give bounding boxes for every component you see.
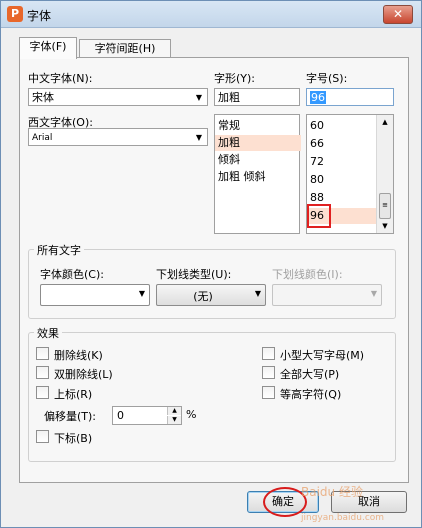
size-input-value: 96 xyxy=(310,91,326,104)
offset-value: 0 xyxy=(117,409,124,422)
watermark-url: jingyan.baidu.com xyxy=(301,513,385,523)
offset-spinner[interactable]: 0 ▲ ▼ xyxy=(112,406,182,425)
double-strikethrough-checkbox[interactable] xyxy=(36,366,49,379)
effects-title: 效果 xyxy=(34,325,62,341)
size-list[interactable]: 60 66 72 80 88 96 ▲ ≡ ▼ xyxy=(306,114,394,234)
chevron-down-icon: ▼ xyxy=(370,289,377,298)
style-list[interactable]: 常规 加粗 倾斜 加粗 倾斜 xyxy=(214,114,301,234)
small-caps-checkbox[interactable] xyxy=(262,347,275,360)
style-option-bold[interactable]: 加粗 xyxy=(215,135,301,151)
equal-height-label: 等高字符(Q) xyxy=(280,388,342,401)
font-dialog: P 字体 ✕ 字体(F) 字符间距(H) 中文字体(N): 宋体 ▼ 西文字体(… xyxy=(0,0,422,528)
scroll-thumb[interactable]: ≡ xyxy=(379,193,391,219)
spin-up-icon[interactable]: ▲ xyxy=(167,407,181,415)
subscript-checkbox[interactable] xyxy=(36,430,49,443)
size-option[interactable]: 80 xyxy=(310,172,324,188)
underline-type-label: 下划线类型(U): xyxy=(156,268,232,281)
chevron-down-icon: ▼ xyxy=(138,289,145,298)
all-text-title: 所有文字 xyxy=(34,242,84,258)
chevron-down-icon[interactable]: ▼ xyxy=(193,89,205,107)
title-bar[interactable]: P 字体 ✕ xyxy=(1,1,421,28)
chevron-down-icon[interactable]: ▼ xyxy=(193,129,205,147)
tab-font[interactable]: 字体(F) xyxy=(19,37,77,59)
scroll-down-icon[interactable]: ▼ xyxy=(377,219,393,233)
chevron-down-icon: ▼ xyxy=(254,289,261,298)
offset-label: 偏移量(T): xyxy=(44,410,97,423)
subscript-label: 下标(B) xyxy=(54,432,93,445)
size-option[interactable]: 66 xyxy=(310,136,324,152)
western-font-value: Arial xyxy=(32,133,53,143)
offset-unit: % xyxy=(186,408,197,421)
chinese-font-value: 宋体 xyxy=(32,91,54,104)
size-label: 字号(S): xyxy=(306,72,348,85)
style-value: 加粗 xyxy=(218,91,240,104)
annotation-highlight-box xyxy=(307,204,331,228)
all-caps-label: 全部大写(P) xyxy=(280,368,340,381)
equal-height-checkbox[interactable] xyxy=(262,386,275,399)
underline-color-dropdown: ▼ xyxy=(272,284,382,306)
chinese-font-label: 中文字体(N): xyxy=(28,72,93,85)
style-option-bold-italic[interactable]: 加粗 倾斜 xyxy=(218,169,266,185)
font-color-dropdown[interactable]: ▼ xyxy=(40,284,150,306)
spin-down-icon[interactable]: ▼ xyxy=(167,416,181,424)
tab-char-spacing[interactable]: 字符间距(H) xyxy=(79,39,171,58)
style-input[interactable]: 加粗 xyxy=(214,88,300,106)
underline-color-label: 下划线颜色(I): xyxy=(272,268,343,281)
strikethrough-label: 删除线(K) xyxy=(54,349,103,362)
all-caps-checkbox[interactable] xyxy=(262,366,275,379)
close-button[interactable]: ✕ xyxy=(383,5,413,24)
superscript-label: 上标(R) xyxy=(54,388,93,401)
scroll-up-icon[interactable]: ▲ xyxy=(377,115,393,129)
font-color-label: 字体颜色(C): xyxy=(40,268,104,281)
superscript-checkbox[interactable] xyxy=(36,386,49,399)
wps-presentation-icon: P xyxy=(7,6,23,22)
size-input[interactable]: 96 xyxy=(306,88,394,106)
double-strikethrough-label: 双删除线(L) xyxy=(54,368,113,381)
chinese-font-combo[interactable]: 宋体 ▼ xyxy=(28,88,208,106)
style-option-regular[interactable]: 常规 xyxy=(218,118,240,134)
size-option[interactable]: 72 xyxy=(310,154,324,170)
strikethrough-checkbox[interactable] xyxy=(36,347,49,360)
watermark-logo: Baidu 经验 xyxy=(301,485,363,499)
size-option[interactable]: 60 xyxy=(310,118,324,134)
underline-type-dropdown[interactable]: (无) ▼ xyxy=(156,284,266,306)
western-font-combo[interactable]: Arial ▼ xyxy=(28,128,208,146)
font-tab-panel: 中文字体(N): 宋体 ▼ 西文字体(O): Arial ▼ 字形(Y): 加粗… xyxy=(19,57,409,483)
style-option-italic[interactable]: 倾斜 xyxy=(218,152,240,168)
underline-type-value: (无) xyxy=(193,290,213,303)
small-caps-label: 小型大写字母(M) xyxy=(280,349,365,362)
size-list-scrollbar[interactable]: ▲ ≡ ▼ xyxy=(376,115,393,233)
window-title: 字体 xyxy=(27,9,52,23)
style-label: 字形(Y): xyxy=(214,72,256,85)
